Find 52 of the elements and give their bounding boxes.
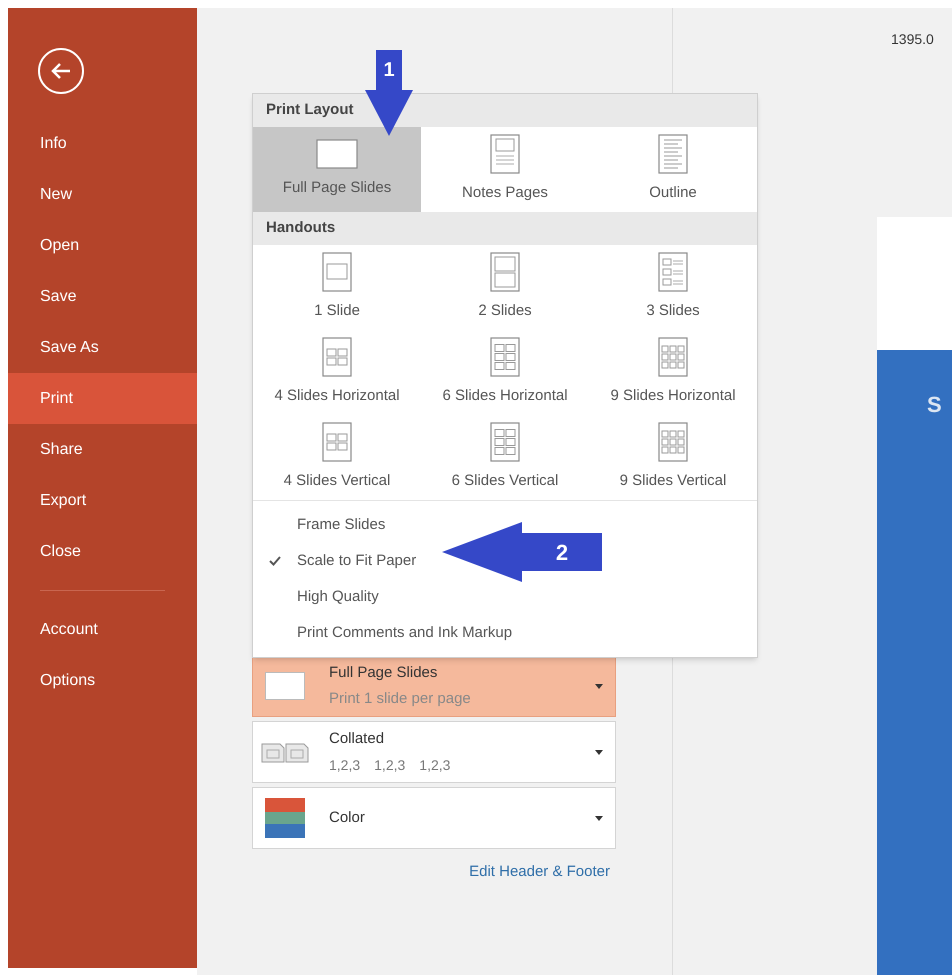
left-arrow-annotation: 2: [442, 522, 602, 582]
arrowhead-icon: [365, 90, 413, 136]
sidebar-item[interactable]: Info: [8, 118, 197, 169]
page-layout-icon: [490, 134, 520, 174]
arrowhead-icon: [442, 522, 522, 582]
page-layout-icon: [490, 337, 520, 378]
page-layout-icon: [658, 134, 688, 174]
setting-dropdown[interactable]: Collated 1,2,3 1,2,3 1,2,3: [252, 721, 616, 783]
setting-title: Collated: [329, 729, 386, 750]
collate-order: 1,2,3: [374, 756, 406, 775]
page-layout-icon: [322, 422, 352, 462]
page-layout-icon: [658, 337, 688, 378]
layout-option[interactable]: Full Page Slides: [253, 127, 421, 212]
setting-subtitle: Print 1 slide per page: [329, 689, 472, 709]
back-button[interactable]: [38, 48, 84, 94]
slide-title: S: [927, 392, 942, 417]
sidebar-item[interactable]: Save As: [8, 322, 197, 373]
slide-icon: [316, 139, 358, 170]
page-layout-icon: [322, 337, 352, 378]
caret-icon: [595, 816, 603, 820]
sidebar-item[interactable]: Print: [8, 373, 197, 424]
header-date: 1395.0: [891, 31, 934, 47]
sidebar-item[interactable]: Account: [8, 604, 197, 655]
back-arrow-icon: [50, 62, 72, 80]
page-layout-icon: [490, 422, 520, 462]
edit-header-footer-link[interactable]: Edit Header & Footer: [469, 861, 616, 884]
menu-option[interactable]: High Quality: [253, 579, 757, 615]
caret-icon: [595, 750, 603, 754]
page-layout-icon: [658, 252, 688, 292]
sidebar-item[interactable]: Export: [8, 475, 197, 526]
color-icon: [265, 798, 305, 838]
setting-title: Color: [329, 808, 366, 828]
sidebar-item[interactable]: Open: [8, 220, 197, 271]
section-header: Print Layout: [253, 94, 757, 127]
caret-icon: [595, 684, 603, 688]
section-header: Handouts: [253, 212, 757, 245]
page-layout-icon: [322, 252, 352, 292]
setting-dropdown[interactable]: Full Page Slides Print 1 slide per page: [252, 655, 616, 717]
sidebar-item[interactable]: Share: [8, 424, 197, 475]
setting-dropdown[interactable]: Color: [252, 787, 616, 849]
sidebar-item[interactable]: Close: [8, 526, 197, 577]
sidebar-item[interactable]: New: [8, 169, 197, 220]
page-layout-icon: [658, 422, 688, 462]
page-layout-icon: [490, 252, 520, 292]
sidebar-item[interactable]: Save: [8, 271, 197, 322]
menu-option[interactable]: Print Comments and Ink Markup: [253, 615, 757, 651]
setting-title: Full Page Slides: [329, 662, 438, 682]
sidebar-item[interactable]: Options: [8, 655, 197, 706]
slide-icon: [265, 672, 305, 700]
down-arrow-annotation: 1: [365, 50, 413, 136]
collate-order: 1,2,3: [329, 756, 360, 775]
collate-order: 1,2,3: [419, 756, 450, 775]
